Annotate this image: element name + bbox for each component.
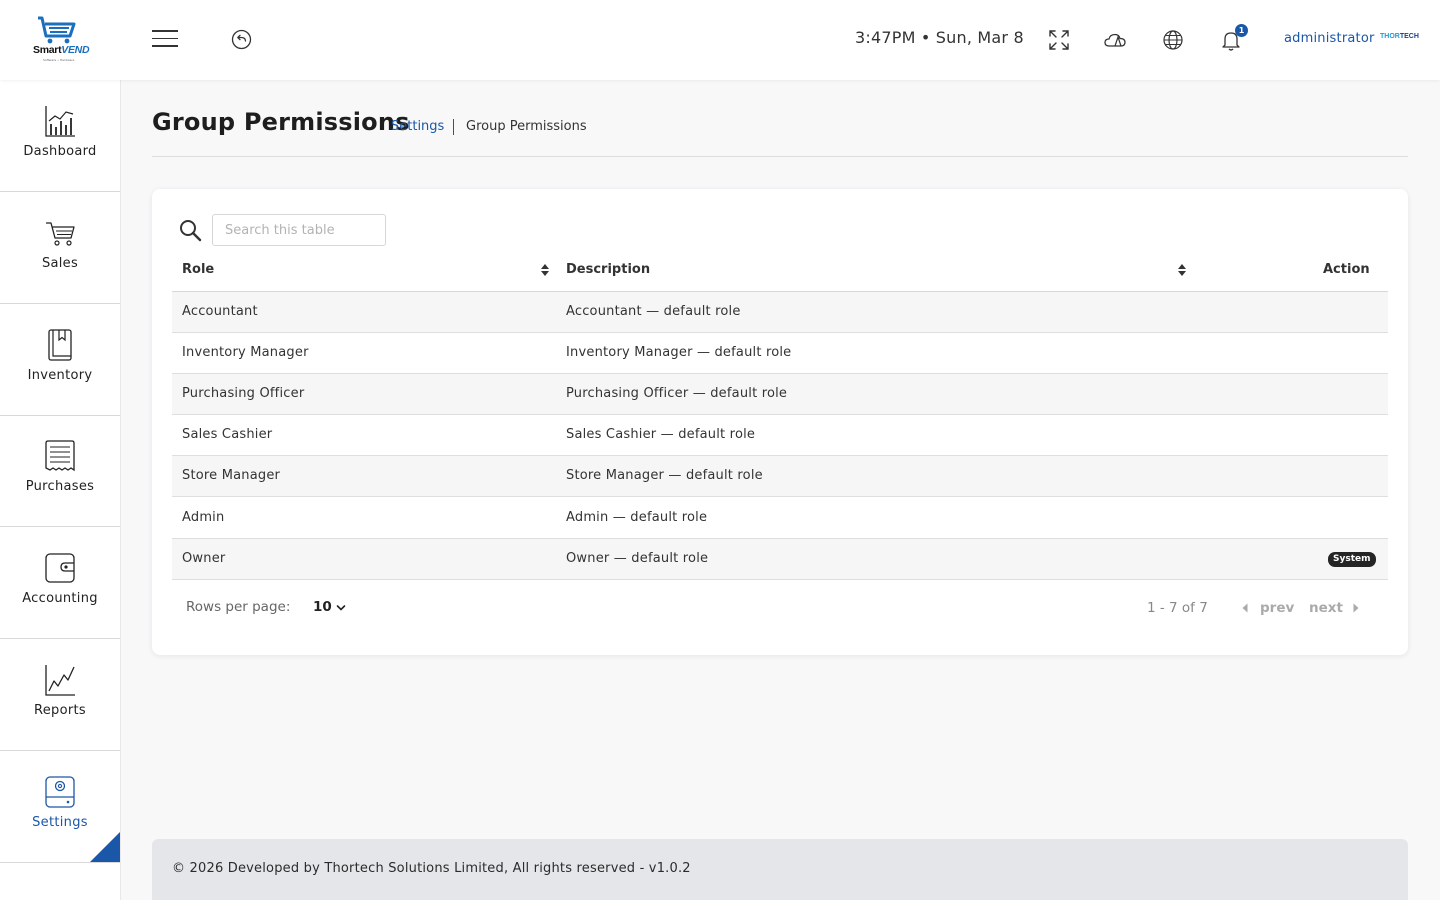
role-cell: Accountant	[182, 304, 258, 319]
receipt-icon	[45, 440, 75, 472]
notification-badge: 1	[1235, 24, 1248, 37]
role-cell: Owner	[182, 551, 226, 566]
breadcrumb-settings-link[interactable]: Settings	[391, 119, 444, 134]
sort-icon[interactable]	[1177, 263, 1187, 277]
title-divider	[152, 156, 1408, 157]
chevron-down-icon[interactable]	[336, 604, 346, 612]
description-cell: Store Manager — default role	[566, 468, 763, 483]
pagination-range: 1 - 7 of 7	[1147, 600, 1208, 616]
sidebar-item-accounting[interactable]: Accounting	[0, 527, 120, 639]
sidebar-item-label: Purchases	[25, 479, 95, 494]
breadcrumb-separator	[453, 119, 454, 135]
globe-icon[interactable]	[1161, 28, 1185, 52]
sidebar-item-reports[interactable]: Reports	[0, 639, 120, 751]
chart-icon	[45, 106, 75, 137]
sidebar-item-label: Settings	[32, 815, 88, 830]
role-cell: Sales Cashier	[182, 427, 273, 442]
page-title: Group Permissions	[152, 108, 410, 136]
active-indicator	[90, 832, 120, 862]
company-logo: THORTECH	[1380, 33, 1419, 40]
logo-tagline: Software • Hardware	[43, 58, 75, 62]
search-icon	[180, 220, 202, 242]
sidebar-item-label: Accounting	[22, 591, 98, 606]
book-icon	[48, 329, 72, 361]
next-button[interactable]: next	[1309, 600, 1343, 616]
role-cell: Purchasing Officer	[182, 386, 305, 401]
description-cell: Admin — default role	[566, 510, 708, 525]
page-footer: © 2026 Developed by Thortech Solutions L…	[152, 839, 1408, 900]
user-menu[interactable]: administrator	[1284, 31, 1375, 46]
footer-copyright: © 2026 Developed by Thortech Solutions L…	[172, 861, 691, 876]
rows-per-page-select[interactable]: 10	[313, 599, 332, 615]
sidebar: Dashboard Sales Inventory Purchases Acco…	[0, 80, 121, 900]
top-header: SmartVEND Software • Hardware 3:47PM • S…	[0, 0, 1440, 80]
menu-icon[interactable]	[152, 30, 178, 50]
sidebar-item-label: Dashboard	[23, 144, 97, 159]
description-cell: Purchasing Officer — default role	[566, 386, 788, 401]
column-header-role[interactable]: Role	[182, 262, 214, 277]
weather-icon[interactable]	[1103, 28, 1127, 52]
back-icon[interactable]	[231, 29, 252, 50]
role-cell: Store Manager	[182, 468, 281, 483]
sort-icon[interactable]	[540, 263, 550, 277]
sidebar-item-label: Sales	[41, 256, 79, 271]
role-cell: Inventory Manager	[182, 345, 309, 360]
chevron-right-icon[interactable]	[1353, 603, 1359, 613]
sidebar-item-label: Inventory	[27, 368, 93, 383]
description-cell: Inventory Manager — default role	[566, 345, 792, 360]
fullscreen-icon[interactable]	[1047, 28, 1071, 52]
logo-text: SmartVEND	[33, 44, 90, 56]
role-cell: Admin	[182, 510, 225, 525]
table-row[interactable]: Purchasing Officer Purchasing Officer — …	[172, 374, 1388, 415]
column-header-description[interactable]: Description	[566, 262, 650, 277]
cart-icon	[46, 222, 75, 246]
sidebar-item-inventory[interactable]: Inventory	[0, 304, 120, 416]
wallet-icon	[45, 553, 75, 583]
table-row[interactable]: Inventory Manager Inventory Manager — de…	[172, 333, 1388, 374]
column-header-action: Action	[1323, 262, 1370, 277]
header-clock: 3:47PM • Sun, Mar 8	[855, 28, 1024, 47]
table-row[interactable]: Admin Admin — default role	[172, 498, 1388, 539]
system-badge: System	[1328, 552, 1376, 567]
description-cell: Accountant — default role	[566, 304, 741, 319]
description-cell: Sales Cashier — default role	[566, 427, 756, 442]
description-cell: Owner — default role	[566, 551, 709, 566]
chevron-left-icon[interactable]	[1242, 603, 1248, 613]
settings-icon	[45, 776, 75, 808]
breadcrumb-current: Group Permissions	[466, 119, 587, 134]
sidebar-item-sales[interactable]: Sales	[0, 192, 120, 304]
sidebar-item-purchases[interactable]: Purchases	[0, 415, 120, 527]
table-row[interactable]: Accountant Accountant — default role	[172, 292, 1388, 333]
sidebar-item-label: Reports	[34, 703, 86, 718]
line-chart-icon	[45, 665, 75, 696]
table-row[interactable]: Owner Owner — default role System	[172, 539, 1388, 580]
rows-per-page-label: Rows per page:	[186, 599, 291, 615]
table-row[interactable]: Sales Cashier Sales Cashier — default ro…	[172, 415, 1388, 456]
search-input[interactable]	[212, 214, 386, 246]
table-row[interactable]: Store Manager Store Manager — default ro…	[172, 456, 1388, 497]
sidebar-item-dashboard[interactable]: Dashboard	[0, 80, 120, 192]
prev-button[interactable]: prev	[1260, 600, 1294, 616]
